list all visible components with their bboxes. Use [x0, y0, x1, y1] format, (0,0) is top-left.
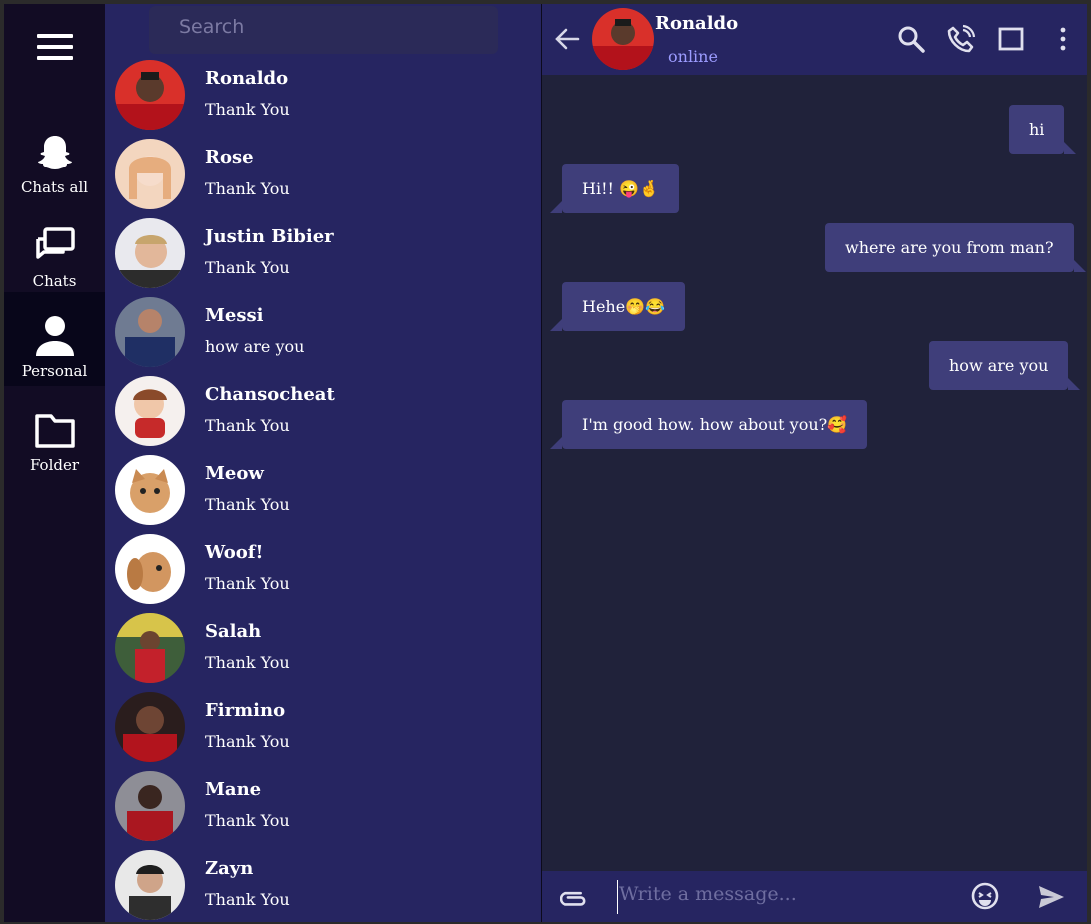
last-message: Thank You — [205, 495, 290, 514]
message-bubble-outgoing: where are you from man? — [825, 223, 1086, 272]
chat-list-panel: Search Ronaldo Thank You Rose Thank You … — [105, 4, 541, 922]
avatar[interactable] — [592, 8, 654, 70]
emoji-icon[interactable] — [970, 881, 1000, 911]
folder-icon — [35, 414, 75, 448]
send-icon[interactable] — [1036, 882, 1066, 912]
app-window: Chats all Chats Personal Folder Search R… — [4, 4, 1087, 922]
attachment-icon[interactable] — [560, 881, 590, 911]
chat-list-item[interactable]: Justin Bibier Thank You — [105, 218, 541, 297]
last-message: Thank You — [205, 811, 290, 830]
sidebar-item-label: Chats — [32, 272, 77, 290]
chat-list-item[interactable]: Mane Thank You — [105, 771, 541, 850]
contact-name: Meow — [205, 463, 264, 484]
message-bubble-outgoing: how are you — [929, 341, 1081, 390]
contact-name: Zayn — [205, 858, 254, 879]
avatar — [115, 850, 185, 920]
last-message: Thank You — [205, 100, 290, 119]
sidebar-item-personal[interactable]: Personal — [4, 292, 105, 386]
avatar — [115, 455, 185, 525]
search-icon[interactable] — [896, 24, 926, 54]
person-icon — [36, 316, 74, 356]
chat-list-item[interactable]: Firmino Thank You — [105, 692, 541, 771]
avatar — [115, 534, 185, 604]
conversation-panel: Ronaldo online hi Hi!! 😜🤞 where are you … — [542, 4, 1087, 922]
avatar — [115, 139, 185, 209]
contact-name: Firmino — [205, 700, 286, 721]
chat-list-item[interactable]: Zayn Thank You — [105, 850, 541, 922]
message-composer: Write a message... — [542, 871, 1087, 922]
message-bubble-incoming: Hehe🤭😂 — [549, 282, 686, 331]
sidebar-item-folder[interactable]: Folder — [4, 400, 105, 494]
chat-list-item[interactable]: Messi how are you — [105, 297, 541, 376]
avatar — [115, 297, 185, 367]
last-message: Thank You — [205, 416, 290, 435]
sidebar-item-label: Personal — [21, 362, 88, 380]
avatar — [115, 218, 185, 288]
avatar — [115, 613, 185, 683]
snapchat-ghost-icon — [38, 136, 72, 169]
last-message: Thank You — [205, 179, 290, 198]
more-vertical-icon[interactable] — [1048, 24, 1078, 54]
chat-list-item[interactable]: Salah Thank You — [105, 613, 541, 692]
conversation-title: Ronaldo — [655, 13, 739, 34]
window-icon[interactable] — [996, 24, 1026, 54]
contact-name: Woof! — [205, 542, 264, 563]
message-bubble-incoming: Hi!! 😜🤞 — [550, 164, 679, 213]
chat-list-item[interactable]: Rose Thank You — [105, 139, 541, 218]
last-message: Thank You — [205, 732, 290, 751]
avatar — [115, 376, 185, 446]
contact-name: Salah — [205, 621, 262, 642]
last-message: Thank You — [205, 890, 290, 909]
status-text: online — [668, 47, 718, 66]
text-caret — [617, 880, 618, 914]
last-message: Thank You — [205, 258, 290, 277]
sidebar-item-label: Chats all — [20, 178, 89, 196]
last-message: Thank You — [205, 653, 290, 672]
sidebar-item-chats-all[interactable]: Chats all — [4, 120, 105, 214]
search-input[interactable]: Search — [149, 6, 498, 54]
contact-name: Messi — [205, 305, 264, 326]
chat-list-item[interactable]: Woof! Thank You — [105, 534, 541, 613]
menu-icon[interactable] — [37, 34, 73, 64]
contact-name: Ronaldo — [205, 68, 289, 89]
message-bubble-incoming: I'm good how. how about you?🥰 — [549, 400, 868, 449]
sidebar-item-label: Folder — [29, 456, 80, 474]
contact-name: Mane — [205, 779, 262, 800]
avatar — [115, 692, 185, 762]
chat-bubbles-icon — [36, 227, 75, 259]
sidebar-rail: Chats all Chats Personal Folder — [4, 4, 105, 922]
conversation-header: Ronaldo online — [542, 4, 1087, 75]
chat-list-item[interactable]: Meow Thank You — [105, 455, 541, 534]
last-message: Thank You — [205, 574, 290, 593]
back-arrow-icon[interactable] — [552, 24, 582, 54]
avatar — [115, 60, 185, 130]
message-input[interactable]: Write a message... — [619, 883, 797, 905]
chat-list-item[interactable]: Chansocheat Thank You — [105, 376, 541, 455]
contact-name: Rose — [205, 147, 254, 168]
avatar — [115, 771, 185, 841]
contact-name: Chansocheat — [205, 384, 335, 405]
phone-call-icon[interactable] — [946, 24, 976, 54]
message-bubble-outgoing: hi — [1009, 105, 1077, 154]
contact-name: Justin Bibier — [205, 226, 334, 247]
last-message: how are you — [205, 337, 305, 356]
chat-list-item[interactable]: Ronaldo Thank You — [105, 60, 541, 139]
